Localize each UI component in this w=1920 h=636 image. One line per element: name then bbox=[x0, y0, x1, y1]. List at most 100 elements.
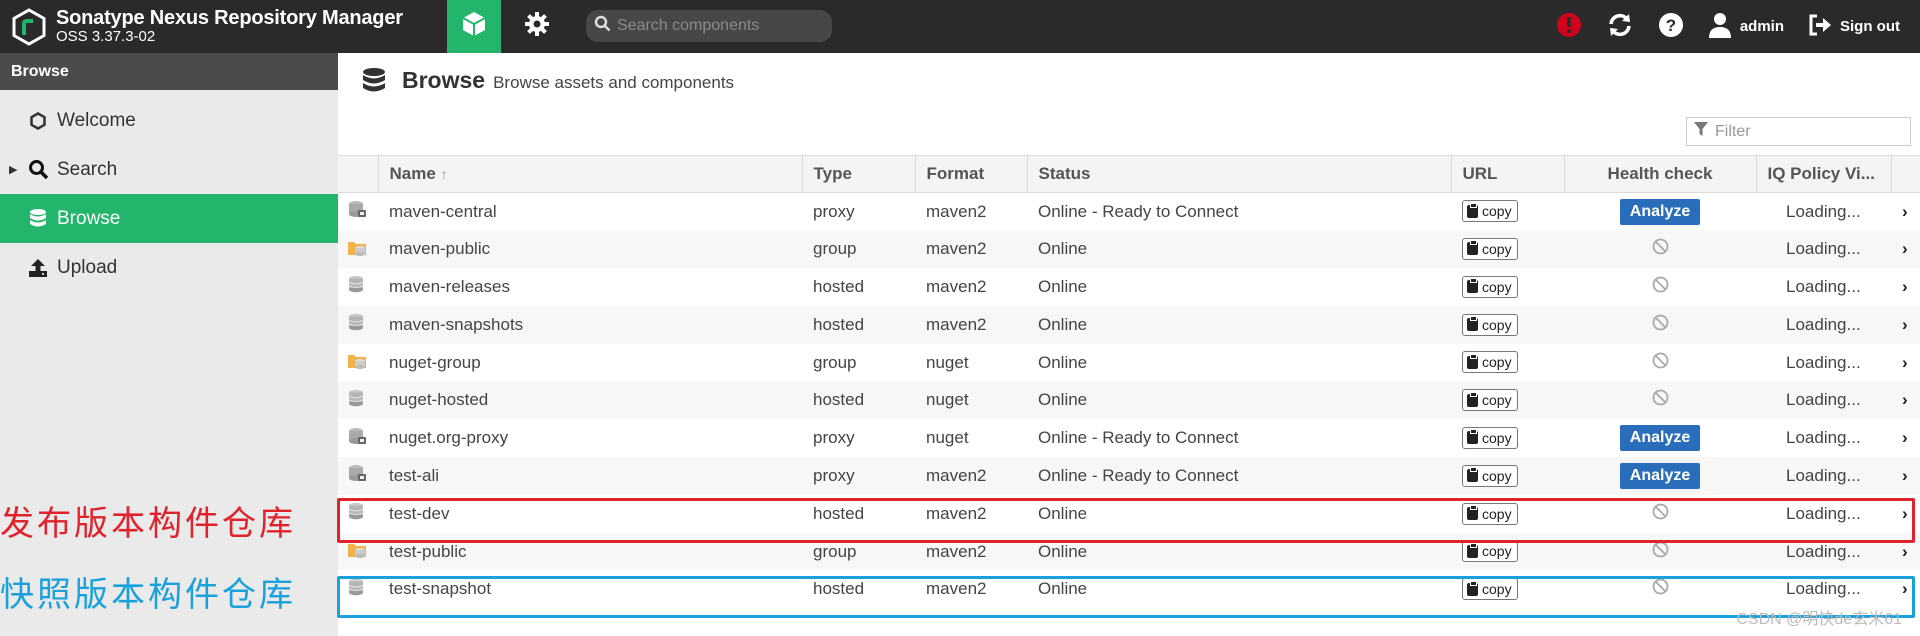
clipboard-icon bbox=[1467, 353, 1478, 369]
copy-url-button[interactable]: copy bbox=[1462, 200, 1518, 223]
copy-label: copy bbox=[1482, 429, 1512, 446]
row-expand-cell[interactable]: › bbox=[1891, 193, 1920, 231]
clipboard-icon bbox=[1467, 542, 1478, 558]
copy-url-button[interactable]: copy bbox=[1462, 464, 1518, 487]
filter-icon bbox=[1693, 121, 1709, 142]
component-search[interactable] bbox=[586, 10, 832, 42]
column-header-type[interactable]: Type bbox=[802, 155, 916, 193]
help-icon: ? bbox=[1658, 12, 1684, 42]
filter-input[interactable] bbox=[1715, 122, 1905, 141]
row-expand-cell[interactable]: › bbox=[1891, 230, 1920, 269]
repo-name: nuget-group bbox=[389, 352, 481, 372]
expand-caret-icon[interactable]: ▶ bbox=[9, 163, 17, 176]
search-input[interactable] bbox=[617, 17, 817, 35]
column-header-format[interactable]: Format bbox=[915, 155, 1028, 193]
row-expand-cell[interactable]: › bbox=[1891, 381, 1920, 420]
table-header-row: Name ↑ Type Format Status URL Health che… bbox=[338, 155, 1920, 193]
copy-label: copy bbox=[1482, 316, 1512, 333]
chevron-right-icon[interactable]: › bbox=[1902, 202, 1908, 221]
chevron-right-icon[interactable]: › bbox=[1902, 466, 1908, 485]
filter-box[interactable] bbox=[1686, 117, 1911, 146]
sidebar-item-welcome[interactable]: Welcome bbox=[0, 96, 338, 145]
row-expand-cell[interactable]: › bbox=[1891, 268, 1920, 306]
url-cell: copy bbox=[1451, 268, 1564, 306]
repo-type: proxy bbox=[802, 457, 915, 495]
table-row[interactable]: maven-public group maven2 Online copy Loading… bbox=[338, 230, 1920, 269]
copy-url-button[interactable]: copy bbox=[1462, 426, 1518, 449]
analyze-button[interactable]: Analyze bbox=[1619, 425, 1701, 452]
cube-icon bbox=[460, 10, 488, 43]
health-check-cell: Analyze bbox=[1564, 419, 1756, 457]
clipboard-icon bbox=[1467, 391, 1478, 407]
row-expand-cell[interactable]: › bbox=[1891, 419, 1920, 457]
column-header-health-check[interactable]: Health check bbox=[1564, 155, 1757, 193]
release-repo-annotation: 发布版本构件仓库 bbox=[0, 504, 296, 544]
sidebar-item-browse[interactable]: Browse bbox=[0, 194, 338, 243]
iq-policy-status: Loading... bbox=[1786, 428, 1861, 448]
page-subtitle: Browse assets and components bbox=[493, 73, 735, 92]
copy-url-button[interactable]: copy bbox=[1462, 313, 1518, 336]
user-menu[interactable]: admin bbox=[1696, 0, 1796, 53]
analyze-button[interactable]: Analyze bbox=[1619, 462, 1701, 489]
copy-url-button[interactable]: copy bbox=[1462, 389, 1518, 412]
page-title: Browse bbox=[402, 67, 486, 93]
table-row[interactable]: maven-releases hosted maven2 Online copy Load… bbox=[338, 268, 1920, 306]
column-header-status[interactable]: Status bbox=[1027, 155, 1452, 193]
chevron-right-icon[interactable]: › bbox=[1902, 353, 1908, 372]
clipboard-icon bbox=[1467, 202, 1478, 218]
browse-mode-button[interactable] bbox=[447, 0, 501, 53]
user-icon bbox=[1708, 12, 1732, 42]
chevron-right-icon[interactable]: › bbox=[1902, 277, 1908, 296]
copy-url-button[interactable]: copy bbox=[1462, 540, 1518, 563]
admin-mode-button[interactable] bbox=[510, 0, 564, 53]
copy-url-button[interactable]: copy bbox=[1462, 351, 1518, 374]
refresh-button[interactable] bbox=[1594, 0, 1646, 53]
column-header-name[interactable]: Name ↑ bbox=[378, 155, 803, 193]
copy-url-button[interactable]: copy bbox=[1462, 237, 1518, 260]
url-cell: copy bbox=[1451, 230, 1564, 269]
copy-url-button[interactable]: copy bbox=[1462, 275, 1518, 298]
system-alert-button[interactable] bbox=[1544, 0, 1594, 53]
chevron-right-icon[interactable]: › bbox=[1902, 315, 1908, 334]
proxy-repo-icon bbox=[347, 427, 367, 449]
iq-policy-status: Loading... bbox=[1756, 457, 1891, 495]
hosted-repo-icon bbox=[347, 313, 365, 335]
table-row[interactable]: maven-snapshots hosted maven2 Online copy Loa… bbox=[338, 305, 1920, 344]
chevron-right-icon[interactable]: › bbox=[1902, 390, 1908, 409]
help-button[interactable]: ? bbox=[1646, 0, 1696, 53]
repo-name: maven-snapshots bbox=[378, 305, 802, 344]
sidebar-item-search[interactable]: ▶ Search bbox=[0, 145, 338, 194]
chevron-right-icon[interactable]: › bbox=[1902, 239, 1908, 258]
row-expand-cell[interactable]: › bbox=[1891, 344, 1920, 382]
repo-status: Online - Ready to Connect bbox=[1038, 428, 1239, 448]
row-expand-cell[interactable]: › bbox=[1891, 305, 1920, 344]
repo-name: nuget-hosted bbox=[378, 381, 802, 420]
disabled-icon bbox=[1652, 389, 1669, 410]
icon-column-header bbox=[338, 155, 379, 193]
upload-icon bbox=[27, 258, 49, 278]
copy-label: copy bbox=[1482, 392, 1512, 409]
table-row[interactable]: nuget-hosted hosted nuget Online copy Loading… bbox=[338, 381, 1920, 420]
snapshot-repo-highlight bbox=[337, 576, 1915, 618]
repo-type-icon-cell bbox=[338, 344, 378, 382]
row-expand-cell[interactable]: › bbox=[1891, 457, 1920, 495]
column-header-spacer bbox=[1891, 155, 1920, 193]
column-header-iq-policy[interactable]: IQ Policy Vi... bbox=[1756, 155, 1892, 193]
sidebar-item-upload[interactable]: Upload bbox=[0, 243, 338, 292]
sign-out-button[interactable]: Sign out bbox=[1796, 0, 1920, 53]
repo-format: maven2 bbox=[926, 201, 987, 221]
repo-status: Online bbox=[1027, 230, 1451, 269]
table-row[interactable]: nuget.org-proxy proxy nuget Online - Ready … bbox=[338, 419, 1920, 457]
nexus-logo-icon[interactable] bbox=[10, 7, 48, 46]
iq-policy-status: Loading... bbox=[1756, 381, 1891, 420]
table-row[interactable]: test-ali proxy maven2 Online - Ready to Con… bbox=[338, 457, 1920, 495]
analyze-button[interactable]: Analyze bbox=[1619, 198, 1701, 225]
health-check-cell: Analyze bbox=[1564, 457, 1756, 495]
column-header-url[interactable]: URL bbox=[1451, 155, 1565, 193]
iq-policy-status: Loading... bbox=[1756, 305, 1891, 344]
table-row[interactable]: maven-central proxy maven2 Online - Ready t… bbox=[338, 193, 1920, 231]
chevron-right-icon[interactable]: › bbox=[1902, 542, 1908, 561]
sidebar-item-label: Browse bbox=[57, 207, 121, 229]
chevron-right-icon[interactable]: › bbox=[1902, 428, 1908, 447]
table-row[interactable]: nuget-group group nuget Online copy Loading..… bbox=[338, 344, 1920, 382]
